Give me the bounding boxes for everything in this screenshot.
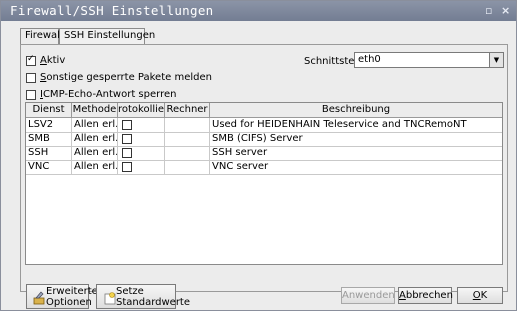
cell-methode[interactable]: Allen erl... — [72, 160, 118, 174]
column-header-methode[interactable]: Methode — [72, 103, 118, 117]
cell-dienst: VNC — [26, 160, 72, 174]
set-defaults-label: Setze Standardwerte — [116, 286, 191, 308]
cell-protokollieren — [118, 146, 165, 160]
log-checkbox[interactable] — [122, 162, 132, 172]
advanced-options-label: Erweiterte Optionen — [46, 286, 98, 308]
table-row[interactable]: SSH Allen erl... SSH server — [26, 146, 502, 161]
cell-dienst: LSV2 — [26, 118, 72, 132]
dialog-window: Firewall/SSH Einstellungen ▫ × Firewall … — [0, 0, 517, 311]
close-icon[interactable]: × — [501, 4, 510, 17]
advanced-options-button[interactable]: Erweiterte Optionen — [26, 284, 98, 309]
interface-value: eth0 — [358, 54, 381, 65]
cell-rechner[interactable] — [165, 132, 210, 146]
set-defaults-button[interactable]: Setze Standardwerte — [96, 284, 190, 309]
log-checkbox[interactable] — [122, 120, 132, 130]
log-checkbox[interactable] — [122, 148, 132, 158]
cell-rechner[interactable] — [165, 118, 210, 132]
cell-beschreibung: SMB (CIFS) Server — [212, 133, 303, 144]
services-table: Dienst Methode rotokolliere Rechner Besc… — [25, 102, 503, 265]
cancel-button[interactable]: Abbrechen — [398, 287, 453, 304]
document-icon — [104, 292, 116, 305]
apply-button[interactable]: Anwenden — [341, 287, 395, 304]
cell-dienst: SSH — [26, 146, 72, 160]
table-header: Dienst Methode rotokolliere Rechner Besc… — [26, 103, 502, 118]
aktiv-checkbox[interactable]: Aktiv — [26, 54, 66, 66]
table-row[interactable]: VNC Allen erl... VNC server — [26, 160, 502, 175]
cell-methode[interactable]: Allen erl... — [72, 146, 118, 160]
log-checkbox[interactable] — [122, 134, 132, 144]
cell-beschreibung: Used for HEIDENHAIN Teleservice and TNCR… — [212, 119, 467, 130]
report-blocked-label: Sonstige gesperrte Pakete melden — [40, 72, 212, 83]
icmp-label: ICMP-Echo-Antwort sperren — [40, 89, 177, 100]
restore-icon[interactable]: ▫ — [485, 4, 492, 17]
cell-beschreibung: SSH server — [212, 147, 268, 158]
dropdown-arrow-icon[interactable]: ▼ — [489, 53, 503, 67]
cell-protokollieren — [118, 160, 165, 174]
column-header-beschreibung[interactable]: Beschreibung — [210, 103, 502, 117]
settings-icon — [33, 291, 45, 305]
cell-methode[interactable]: Allen erl... — [72, 132, 118, 146]
table-row[interactable]: SMB Allen erl... SMB (CIFS) Server — [26, 132, 502, 147]
aktiv-check-box[interactable] — [26, 54, 36, 66]
cell-protokollieren — [118, 118, 165, 132]
icmp-check-box[interactable] — [26, 89, 36, 100]
window-title: Firewall/SSH Einstellungen — [10, 3, 214, 18]
tab-firewall[interactable]: Firewall — [20, 28, 63, 45]
report-blocked-packets-checkbox[interactable]: Sonstige gesperrte Pakete melden — [26, 72, 212, 83]
cell-beschreibung: VNC server — [212, 161, 269, 172]
interface-select[interactable]: eth0 ▼ — [354, 52, 504, 68]
icmp-echo-checkbox[interactable]: ICMP-Echo-Antwort sperren — [26, 89, 176, 100]
cell-protokollieren — [118, 132, 165, 146]
cell-dienst: SMB — [26, 132, 72, 146]
column-header-rechner[interactable]: Rechner — [165, 103, 210, 117]
cell-rechner[interactable] — [165, 160, 210, 174]
ok-button[interactable]: OK — [457, 287, 503, 304]
tab-ssh-settings[interactable]: SSH Einstellungen — [59, 28, 155, 44]
report-blocked-check-box[interactable] — [26, 72, 36, 83]
cell-methode[interactable]: Allen erl... — [72, 118, 118, 132]
column-header-dienst[interactable]: Dienst — [26, 103, 72, 117]
column-header-protokollieren[interactable]: rotokolliere — [118, 103, 165, 117]
table-row[interactable]: LSV2 Allen erl... Used for HEIDENHAIN Te… — [26, 118, 502, 133]
title-bar[interactable]: Firewall/SSH Einstellungen ▫ × — [1, 1, 516, 21]
aktiv-label: Aktiv — [40, 55, 66, 66]
cell-rechner[interactable] — [165, 146, 210, 160]
